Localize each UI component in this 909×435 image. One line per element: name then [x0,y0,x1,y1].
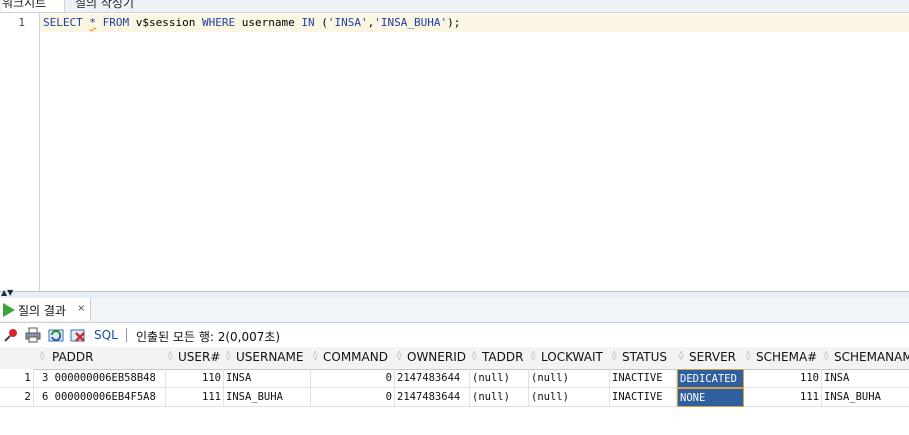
play-icon [3,303,15,317]
sort-icon: ◊ [746,351,751,361]
delete-icon[interactable] [70,327,86,343]
column-header-taddr[interactable]: ◊ TADDR [470,347,530,370]
cell-command[interactable]: 0 [311,388,395,407]
cell-taddr[interactable]: (null) [470,388,529,407]
sql-column-name: username [241,16,295,29]
cell-schemaname[interactable]: INSA_BUHA [822,388,909,407]
cell-ownerid[interactable]: 2147483644 [395,388,470,407]
cell-lockwait[interactable]: (null) [529,388,610,407]
cell-paddr[interactable]: 6 000000006EB4F5A8 [34,388,166,407]
sort-icon: ◊ [824,351,829,361]
row-number[interactable]: 1 [0,369,34,388]
sql-table-name: v$session [135,16,196,29]
print-icon[interactable] [25,327,41,343]
sort-icon: ◊ [40,351,45,361]
cell-username[interactable]: INSA [224,369,311,388]
sort-icon: ◊ [679,351,684,361]
column-header-lockwait[interactable]: ◊ LOCKWAIT [529,347,611,370]
sql-string-insa: 'INSA' [327,16,368,29]
sort-icon: ◊ [612,351,617,361]
sort-icon: ◊ [531,351,536,361]
worksheet-tabbar: 워크시트 질의 작성기 [0,0,909,13]
tab-query-result[interactable]: 질의 결과 × [0,298,91,321]
row-number[interactable]: 2 [0,388,34,407]
cell-lockwait[interactable]: (null) [529,369,610,388]
cell-server-selected[interactable]: DEDICATED [677,369,744,388]
result-tab-label: 질의 결과 [18,304,66,318]
fetch-status: 인출된 모든 행: 2(0,007초) [136,330,281,344]
column-header-server[interactable]: ◊ SERVER [677,347,745,370]
tab-worksheet[interactable]: 워크시트 [2,0,65,12]
sql-keyword-where: WHERE [201,16,236,29]
column-header-status[interactable]: ◊ STATUS [610,347,678,370]
sql-open-paren: ( [321,16,328,29]
column-header-user-num[interactable]: ◊ USER# [166,347,225,370]
close-icon[interactable]: × [77,303,85,314]
cell-paddr[interactable]: 3 000000006EB58B48 [34,369,166,388]
toolbar-divider [126,328,127,342]
cell-ownerid[interactable]: 2147483644 [395,369,470,388]
cell-taddr[interactable]: (null) [470,369,529,388]
sort-icon: ◊ [472,351,477,361]
sql-link[interactable]: SQL [94,328,118,342]
cell-user-num[interactable]: 111 [166,388,224,407]
cell-schema-num[interactable]: 110 [744,369,822,388]
cell-server-selected[interactable]: NONE [677,388,744,407]
cell-schemaname[interactable]: INSA [822,369,909,388]
sort-icon: ◊ [168,351,173,361]
cell-status[interactable]: INACTIVE [610,388,677,407]
sort-icon: ◊ [397,351,402,361]
sql-close: ); [447,16,461,29]
column-header-username[interactable]: ◊ USERNAME [224,347,312,370]
result-grid[interactable]: ◊ PADDR ◊ USER# ◊ USERNAME ◊ COMMAND ◊ OWNER… [0,347,909,435]
sort-icon: ◊ [226,351,231,361]
column-header-ownerid[interactable]: ◊ OWNERID [395,347,471,370]
column-header-schema-num[interactable]: ◊ SCHEMA# [744,347,823,370]
column-header-command[interactable]: ◊ COMMAND [311,347,396,370]
sort-icon: ◊ [313,351,318,361]
line-number: 1 [18,16,25,29]
refresh-icon[interactable] [48,327,64,343]
line-gutter: 1 [0,13,30,291]
tab-query-builder[interactable]: 질의 작성기 [75,0,134,12]
cell-schema-num[interactable]: 111 [744,388,822,407]
cell-user-num[interactable]: 110 [166,369,224,388]
sql-keyword-from: FROM [102,16,130,29]
result-tabbar: 질의 결과 × [0,298,909,323]
sql-keyword-select: SELECT [43,16,83,29]
pin-icon[interactable] [3,327,19,343]
column-header-paddr[interactable]: PADDR [48,347,167,370]
sql-editor[interactable]: 1 SELECT * FROM v$session WHERE username… [0,13,909,291]
cell-username[interactable]: INSA_BUHA [224,388,311,407]
row-number-header: ◊ [0,347,49,370]
result-toolbar: SQL 인출된 모든 행: 2(0,007초) [0,323,909,347]
sql-star: * [89,16,96,29]
splitter-arrows-icon[interactable]: ▲▼ [1,289,13,297]
gutter-divider [39,13,40,291]
column-header-schemaname[interactable]: ◊SCHEMANAME [822,347,909,370]
sql-string-insa-buha: 'INSA_BUHA' [374,16,448,29]
cell-status[interactable]: INACTIVE [610,369,677,388]
cell-command[interactable]: 0 [311,369,395,388]
sql-keyword-in: IN [301,16,315,29]
sql-statement[interactable]: SELECT * FROM v$session WHERE username I… [43,16,460,29]
